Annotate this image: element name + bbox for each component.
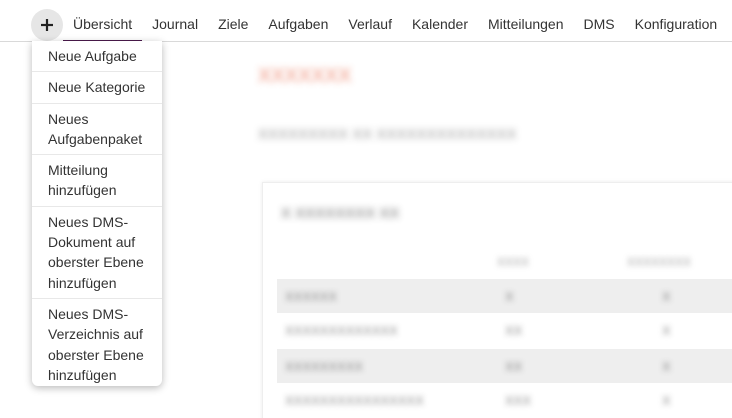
add-menu-button[interactable] (31, 9, 63, 41)
row-value: X (662, 359, 671, 374)
row-value: XX (505, 323, 523, 338)
menu-item-neues-dms-verzeichnis[interactable]: Neues DMS-Verzeichnis auf oberster Ebene… (32, 299, 162, 386)
page-title: XXXXXXX (258, 65, 352, 87)
column-header: XXXXXXXX (627, 255, 692, 269)
tab-konfiguration[interactable]: Konfiguration (625, 0, 728, 42)
tab-uebersicht[interactable]: Übersicht (63, 0, 143, 43)
menu-item-neues-dms-dokument[interactable]: Neues DMS-Dokument auf oberster Ebene hi… (32, 207, 162, 299)
main-tabs: Übersicht Journal Ziele Aufgaben Verlauf… (63, 0, 728, 43)
table-row[interactable]: XXXXXX X X (277, 279, 732, 313)
tab-mitteilungen[interactable]: Mitteilungen (478, 0, 574, 42)
tab-kalender[interactable]: Kalender (402, 0, 478, 42)
tab-aufgaben[interactable]: Aufgaben (258, 0, 338, 42)
top-navigation: Übersicht Journal Ziele Aufgaben Verlauf… (0, 0, 732, 43)
table-row[interactable]: XXXXXXXXXXXXXXXX XXX X (277, 383, 732, 417)
row-name: XXXXXXXXXXXXXXXX (285, 393, 424, 408)
row-name: XXXXXXXXXXXXX (285, 323, 398, 338)
row-value: XX (505, 359, 523, 374)
menu-item-neues-aufgabenpaket[interactable]: Neues Aufgabenpaket (32, 104, 162, 156)
plus-icon (41, 19, 53, 31)
row-value: X (662, 393, 671, 408)
card-title: X XXXXXXXX XX (281, 205, 400, 222)
tab-journal[interactable]: Journal (142, 0, 208, 42)
add-menu-dropdown: Neue Aufgabe Neue Kategorie Neues Aufgab… (32, 41, 162, 386)
summary-card: X XXXXXXXX XX XXXX XXXXXXXX XXXXXX X X X… (262, 182, 732, 418)
row-name: XXXXXX (285, 289, 338, 304)
menu-item-neue-aufgabe[interactable]: Neue Aufgabe (32, 41, 162, 73)
row-value: XXX (505, 393, 532, 408)
tab-dms[interactable]: DMS (574, 0, 625, 42)
tab-verlauf[interactable]: Verlauf (338, 0, 402, 42)
table-row[interactable]: XXXXXXXXX XX X (277, 349, 732, 383)
menu-item-mitteilung-hinzufuegen[interactable]: Mitteilung hinzufügen (32, 155, 162, 207)
row-value: X (662, 289, 671, 304)
tab-ziele[interactable]: Ziele (208, 0, 258, 42)
row-value: X (662, 323, 671, 338)
table-row[interactable]: XXXXXXXXXXXXX XX X (277, 313, 732, 347)
row-value: X (505, 289, 514, 304)
column-header: XXXX (497, 255, 530, 269)
menu-item-neue-kategorie[interactable]: Neue Kategorie (32, 72, 162, 104)
row-name: XXXXXXXXX (285, 359, 364, 374)
page-subtitle: XXXXXXXXX XX XXXXXXXXXXXXXX (258, 126, 517, 143)
